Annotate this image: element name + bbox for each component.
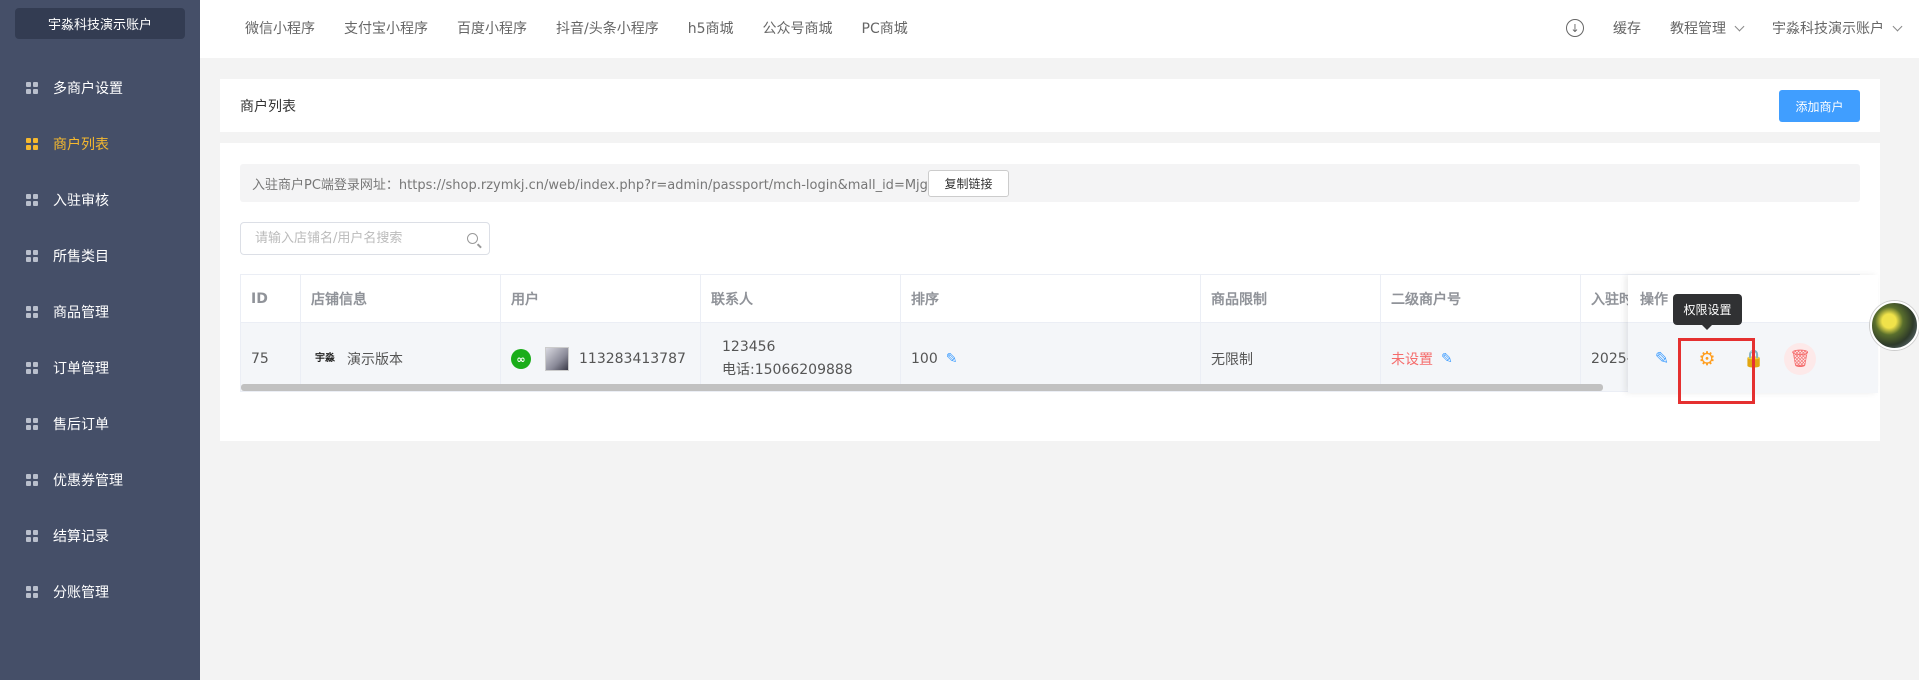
nav-link-douyin[interactable]: 抖音/头条小程序	[556, 18, 659, 38]
sidebar-item-label: 优惠券管理	[53, 473, 123, 489]
contact-phone: 电话:15066209888	[722, 362, 853, 378]
action-column: 操作 ✎ ⚙ 🔒 🗑	[1628, 275, 1878, 393]
chevron-down-icon	[1734, 21, 1745, 31]
sidebar-item-label: 所售类目	[53, 249, 109, 265]
edit-icon[interactable]: ✎	[1646, 343, 1678, 375]
grid-icon	[26, 194, 38, 206]
download-button[interactable]: ↓	[1566, 19, 1584, 37]
search-input[interactable]	[255, 223, 455, 254]
col-header-contact: 联系人	[701, 275, 901, 322]
shop-logo: 宇淼	[315, 353, 335, 364]
nav-link-pc[interactable]: PC商城	[862, 18, 908, 38]
top-nav: 微信小程序 支付宝小程序 百度小程序 抖音/头条小程序 h5商城 公众号商城 P…	[200, 0, 1919, 58]
sidebar-item-orders[interactable]: 订单管理	[0, 340, 200, 396]
col-header-action: 操作	[1628, 275, 1878, 323]
sidebar-item-label: 商户列表	[53, 137, 109, 153]
sidebar-item-label: 结算记录	[53, 529, 109, 545]
grid-icon	[26, 362, 38, 374]
sub-merchant-status: 未设置	[1391, 352, 1433, 368]
download-icon: ↓	[1566, 19, 1584, 37]
sidebar-item-entry-review[interactable]: 入驻审核	[0, 172, 200, 228]
col-header-limit: 商品限制	[1201, 275, 1381, 322]
sidebar-menu: 多商户设置 商户列表 入驻审核 所售类目 商品管理 订单管理 售后订单 优惠券管…	[0, 60, 200, 620]
sidebar-item-goods[interactable]: 商品管理	[0, 284, 200, 340]
sidebar-item-label: 多商户设置	[53, 81, 123, 97]
action-row: ✎ ⚙ 🔒 🗑	[1628, 323, 1878, 393]
tutorial-label: 教程管理	[1670, 21, 1726, 37]
sidebar-item-merchant-list[interactable]: 商户列表	[0, 116, 200, 172]
user-name: 113283413787	[579, 351, 686, 367]
grid-icon	[26, 82, 38, 94]
account-label: 宇淼科技演示账户	[1772, 21, 1884, 37]
col-header-sub-merchant: 二级商户号	[1381, 275, 1581, 322]
grid-icon	[26, 530, 38, 542]
cache-button[interactable]: 缓存	[1613, 18, 1641, 38]
delete-icon[interactable]: 🗑	[1784, 343, 1816, 375]
cell-id: 75	[241, 323, 301, 391]
sidebar-item-after-sales[interactable]: 售后订单	[0, 396, 200, 452]
nav-link-baidu[interactable]: 百度小程序	[457, 18, 527, 38]
table-row: 75 宇淼 演示版本 ∞ 113283413787 123456 电话:1506…	[241, 323, 1859, 391]
horizontal-scrollbar[interactable]	[241, 384, 1603, 391]
sidebar-item-categories[interactable]: 所售类目	[0, 228, 200, 284]
cell-goods-limit: 无限制	[1201, 323, 1381, 391]
sidebar-item-label: 售后订单	[53, 417, 109, 433]
col-header-shop: 店铺信息	[301, 275, 501, 322]
col-header-sort: 排序	[901, 275, 1201, 322]
add-merchant-button[interactable]: 添加商户	[1779, 90, 1860, 122]
page-title: 商户列表	[240, 98, 296, 115]
sort-value: 100	[911, 351, 938, 367]
grid-icon	[26, 586, 38, 598]
cell-shop: 宇淼 演示版本	[301, 323, 501, 391]
wechat-mini-program-icon: ∞	[511, 349, 531, 369]
nav-link-alipay[interactable]: 支付宝小程序	[344, 18, 428, 38]
grid-icon	[26, 250, 38, 262]
col-header-user: 用户	[501, 275, 701, 322]
sidebar-item-label: 商品管理	[53, 305, 109, 321]
col-header-id: ID	[241, 275, 301, 322]
lock-icon[interactable]: 🔒	[1738, 343, 1770, 375]
nav-link-wechat[interactable]: 微信小程序	[245, 18, 315, 38]
cell-contact: 123456 电话:15066209888	[701, 323, 901, 391]
edit-sort-icon[interactable]: ✎	[946, 351, 958, 367]
page-header: 商户列表 添加商户	[220, 79, 1880, 132]
merchant-table: ID 店铺信息 用户 联系人 排序 商品限制 二级商户号 入驻时 75 宇淼 演…	[240, 274, 1860, 392]
grid-icon	[26, 474, 38, 486]
sidebar-item-split-account[interactable]: 分账管理	[0, 564, 200, 620]
tutorial-dropdown[interactable]: 教程管理	[1670, 18, 1745, 38]
avatar	[545, 347, 569, 371]
table-header: ID 店铺信息 用户 联系人 排序 商品限制 二级商户号 入驻时	[241, 275, 1859, 323]
sidebar: 宇淼科技演示账户 多商户设置 商户列表 入驻审核 所售类目 商品管理 订单管理 …	[0, 0, 200, 680]
sidebar-item-settlement[interactable]: 结算记录	[0, 508, 200, 564]
platform-links: 微信小程序 支付宝小程序 百度小程序 抖音/头条小程序 h5商城 公众号商城 P…	[245, 0, 937, 56]
sidebar-item-label: 订单管理	[53, 361, 109, 377]
permission-tooltip: 权限设置	[1673, 294, 1742, 330]
grid-icon	[26, 306, 38, 318]
sidebar-item-merchant-settings[interactable]: 多商户设置	[0, 60, 200, 116]
nav-right: ↓ 缓存 教程管理 宇淼科技演示账户	[1537, 0, 1903, 56]
sidebar-item-coupons[interactable]: 优惠券管理	[0, 452, 200, 508]
shop-name: 演示版本	[347, 352, 403, 368]
chevron-down-icon	[1892, 21, 1903, 31]
grid-icon	[26, 418, 38, 430]
nav-link-official-account[interactable]: 公众号商城	[763, 18, 833, 38]
cell-user: ∞ 113283413787	[501, 323, 701, 391]
sidebar-account-badge[interactable]: 宇淼科技演示账户	[15, 8, 185, 39]
sidebar-item-label: 分账管理	[53, 585, 109, 601]
permission-settings-icon[interactable]: ⚙	[1691, 343, 1723, 375]
login-url-bar: 入驻商户PC端登录网址：https://shop.rzymkj.cn/web/i…	[240, 164, 1860, 202]
cell-sort: 100 ✎	[901, 323, 1201, 391]
account-dropdown[interactable]: 宇淼科技演示账户	[1772, 18, 1903, 38]
cell-sub-merchant: 未设置 ✎	[1381, 323, 1581, 391]
sidebar-item-label: 入驻审核	[53, 193, 109, 209]
copy-link-button[interactable]: 复制链接	[928, 170, 1009, 197]
grid-icon	[26, 138, 38, 150]
contact-name: 123456	[722, 339, 776, 355]
floating-avatar[interactable]	[1870, 301, 1919, 350]
login-url-text: 入驻商户PC端登录网址：https://shop.rzymkj.cn/web/i…	[252, 177, 939, 193]
nav-link-h5[interactable]: h5商城	[688, 18, 734, 38]
search-box	[240, 222, 490, 255]
search-icon[interactable]	[467, 233, 478, 244]
edit-sub-merchant-icon[interactable]: ✎	[1441, 351, 1453, 367]
